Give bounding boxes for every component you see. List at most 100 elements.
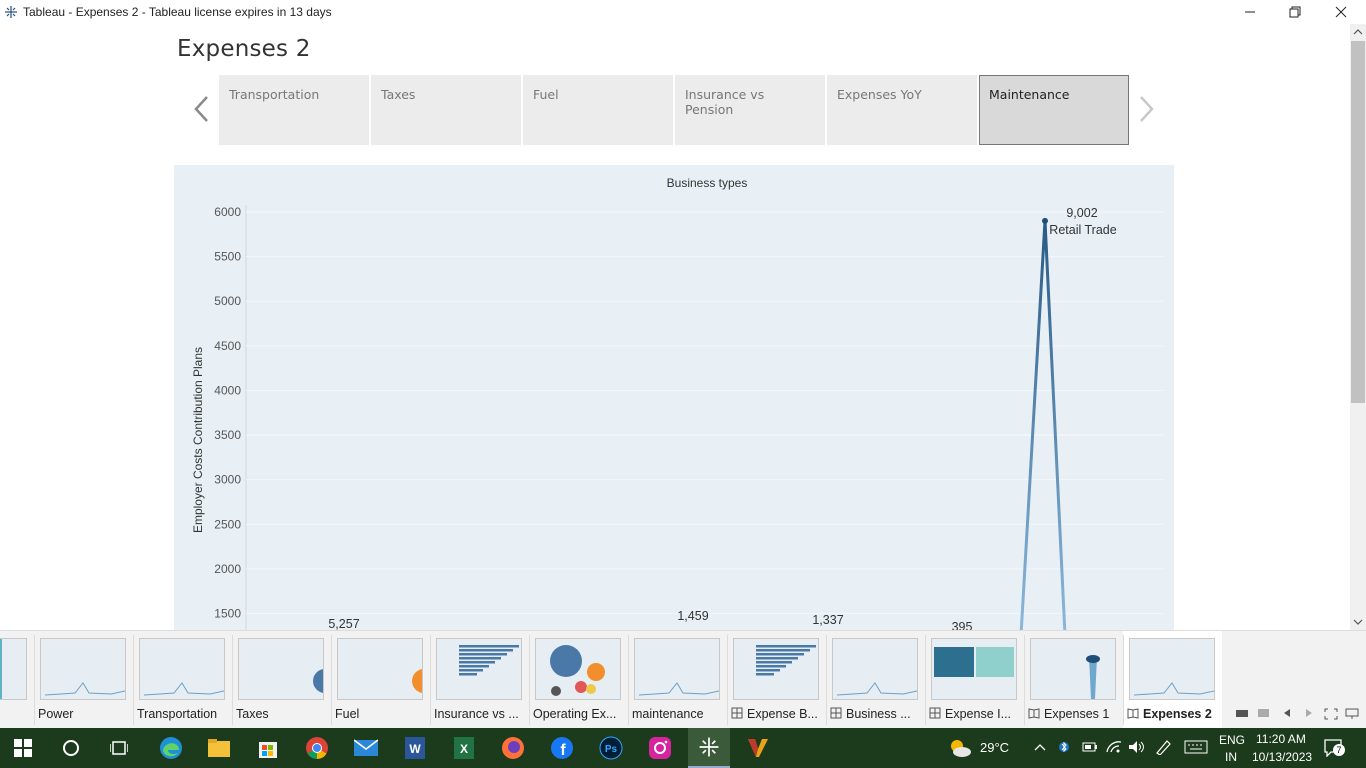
fullscreen-icon[interactable] [1324, 708, 1338, 720]
sheet-tab-text: Expenses 1 [1044, 707, 1110, 721]
dashboard-icon [929, 707, 941, 719]
line-chart: Business types Employer Costs Contributio… [191, 176, 1164, 630]
tile-separator [34, 635, 35, 725]
title-bar: Tableau - Expenses 2 - Tableau license e… [0, 0, 1366, 24]
sheet-tab[interactable]: Power [34, 631, 133, 729]
pen-workspace-icon[interactable] [1155, 739, 1173, 755]
sheet-tab[interactable]: Expenses 2 [1123, 631, 1222, 729]
sheet-tab-label: Expenses 2 [1127, 707, 1223, 721]
edge-taskbar-app[interactable] [157, 734, 185, 762]
thumbnail-preview [550, 645, 605, 696]
sheet-tab[interactable]: Fuel [331, 631, 430, 729]
sheet-thumbnail [1129, 638, 1215, 700]
tableau-taskbar-app[interactable] [688, 728, 730, 768]
mail-taskbar-app[interactable] [352, 734, 380, 762]
sheet-tab-label: Power [38, 707, 134, 721]
show-tabs-icon[interactable] [1258, 708, 1270, 718]
region-code[interactable]: IN [1225, 750, 1237, 764]
vectr-taskbar-app[interactable] [744, 734, 772, 762]
close-button[interactable] [1318, 0, 1364, 24]
sheet-tab[interactable]: Expense I... [925, 631, 1024, 729]
sheet-tab[interactable]: chi... [0, 631, 34, 729]
thumbnail-preview [44, 682, 125, 696]
windows-taskbar: W X f Ps 29°C ENG IN 11:20 AM 10/13/2023… [0, 728, 1366, 768]
y-tick-label: 5000 [214, 294, 241, 308]
svg-text:f: f [560, 742, 566, 759]
windows-logo-icon [14, 739, 32, 757]
story-title: Expenses 2 [177, 36, 311, 62]
story-point-expenses-yoy[interactable]: Expenses YoY [827, 75, 977, 145]
instagram-icon [649, 737, 671, 759]
scrollbar-thumb[interactable] [1351, 41, 1365, 403]
show-filmstrip-icon[interactable] [1236, 708, 1248, 718]
facebook-taskbar-app[interactable]: f [548, 734, 576, 762]
instagram-taskbar-app[interactable] [646, 734, 674, 762]
wifi-icon[interactable] [1106, 740, 1122, 754]
firefox-taskbar-app[interactable] [499, 734, 527, 762]
sheet-tab-label: Business ... [830, 707, 926, 721]
sheet-tab[interactable]: Taxes [232, 631, 331, 729]
touch-keyboard-icon[interactable] [1184, 740, 1208, 754]
sheet-tab[interactable]: maintenance [628, 631, 727, 729]
search-button[interactable] [57, 734, 85, 762]
story-point-label: Taxes [381, 87, 416, 102]
task-view-button[interactable] [105, 734, 133, 762]
scroll-up-icon[interactable] [1353, 28, 1363, 36]
bluetooth-icon[interactable] [1059, 739, 1069, 755]
y-tick-label: 5500 [214, 250, 241, 264]
story-point-fuel[interactable]: Fuel [523, 75, 673, 145]
sheet-tab[interactable]: Operating Ex... [529, 631, 628, 729]
sheet-tab[interactable]: Expense B... [727, 631, 826, 729]
restore-button[interactable] [1272, 0, 1318, 24]
sheet-tab[interactable]: Insurance vs ... [430, 631, 529, 729]
photoshop-taskbar-app[interactable]: Ps [597, 734, 625, 762]
close-icon [1335, 6, 1347, 18]
story-point-taxes[interactable]: Taxes [371, 75, 521, 145]
start-button[interactable] [9, 734, 37, 762]
minimize-button[interactable] [1227, 0, 1273, 24]
store-taskbar-app[interactable] [254, 734, 282, 762]
scroll-down-icon[interactable] [1353, 618, 1363, 626]
sheet-thumbnail [832, 638, 918, 700]
story-view: Expenses 2 Transportation Taxes Fuel Ins… [0, 24, 1350, 630]
sheet-thumbnail [40, 638, 126, 700]
window-title: Tableau - Expenses 2 - Tableau license e… [23, 5, 332, 19]
sheet-tab-label: chi... [0, 707, 35, 721]
clock-time[interactable]: 11:20 AM [1256, 732, 1306, 746]
previous-point-arrow-icon[interactable] [192, 94, 212, 124]
notification-center-button[interactable]: 7 [1324, 739, 1346, 758]
sheet-tab-label: Expenses 1 [1028, 707, 1124, 721]
battery-icon[interactable] [1082, 741, 1098, 753]
scroll-right-icon[interactable] [1305, 708, 1313, 718]
v-logo-icon [748, 739, 768, 757]
tile-separator [133, 635, 134, 725]
language-code[interactable]: ENG [1219, 733, 1245, 747]
sheet-tab-label: Operating Ex... [533, 707, 629, 721]
volume-icon[interactable] [1128, 740, 1146, 754]
y-tick-label: 6000 [214, 205, 241, 219]
file-explorer-taskbar-app[interactable] [205, 734, 233, 762]
word-icon: W [405, 737, 425, 759]
word-taskbar-app[interactable]: W [401, 734, 429, 762]
presentation-icon[interactable] [1345, 708, 1359, 720]
y-tick-label: 2000 [214, 562, 241, 576]
sheet-tab-label: maintenance [632, 707, 728, 721]
story-point-transportation[interactable]: Transportation [219, 75, 369, 145]
clock-date[interactable]: 10/13/2023 [1252, 750, 1312, 764]
excel-taskbar-app[interactable]: X [450, 734, 478, 762]
tile-separator [826, 635, 827, 725]
next-point-arrow-icon[interactable] [1136, 94, 1156, 124]
story-point-insurance-vs-pension[interactable]: Insurance vs Pension [675, 75, 825, 145]
sheet-tab[interactable]: Transportation [133, 631, 232, 729]
sheet-thumbnail [436, 638, 522, 700]
data-label: 1,459 [677, 609, 708, 623]
sheet-tab[interactable]: Business ... [826, 631, 925, 729]
weather-widget[interactable] [946, 734, 974, 762]
chrome-taskbar-app[interactable] [303, 734, 331, 762]
sheet-tab[interactable]: Expenses 1 [1024, 631, 1123, 729]
story-point-maintenance[interactable]: Maintenance [979, 75, 1129, 145]
svg-text:W: W [409, 742, 421, 756]
data-label: 1,337 [812, 613, 843, 627]
scroll-left-icon[interactable] [1283, 708, 1291, 718]
show-hidden-icons-chevron-icon[interactable] [1034, 743, 1046, 751]
